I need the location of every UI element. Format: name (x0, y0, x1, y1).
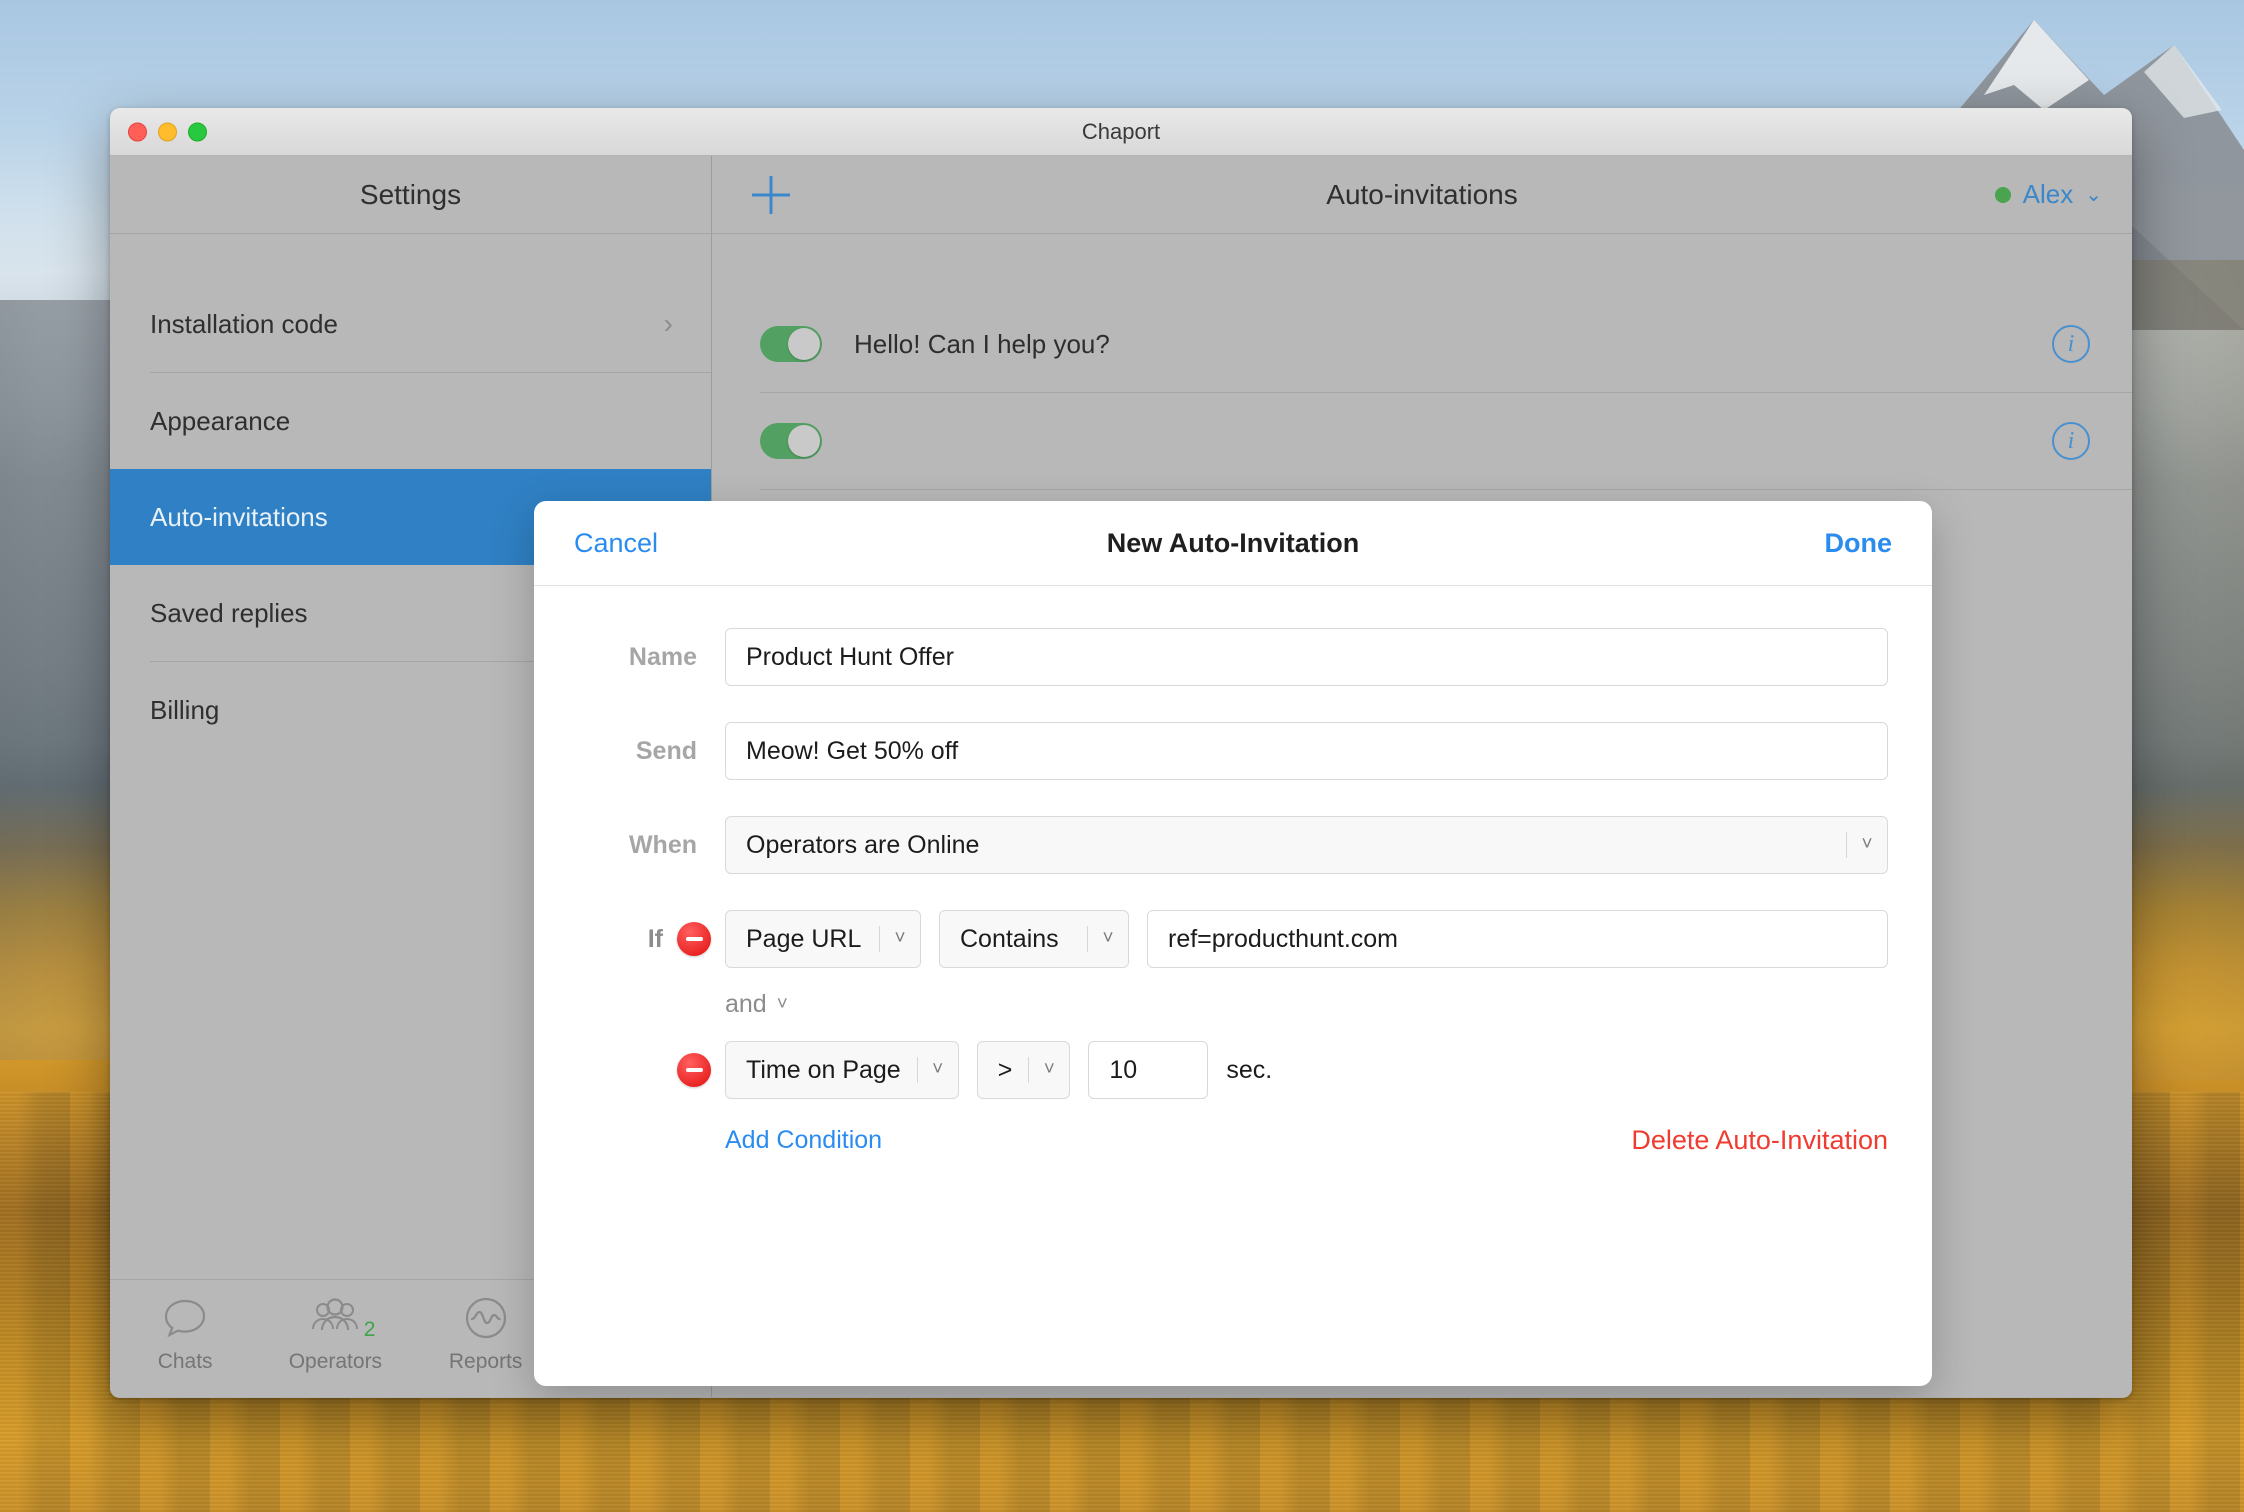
info-icon[interactable]: i (2052, 422, 2090, 460)
auto-invitation-label: Hello! Can I help you? (854, 329, 1110, 360)
condition-operator-value: > (998, 1056, 1013, 1085)
name-label: Name (578, 643, 725, 672)
list-divider (760, 489, 2132, 490)
condition-unit-label: sec. (1226, 1056, 1272, 1085)
when-select[interactable]: Operators are Online ˅ (725, 816, 1888, 874)
tab-label: Reports (449, 1350, 523, 1374)
app-window: Chaport Settings Installation code › App… (110, 108, 2132, 1398)
remove-condition-button[interactable] (677, 922, 711, 956)
dialog-header: Cancel New Auto-Invitation Done (534, 501, 1932, 586)
condition-lead: If (578, 922, 725, 956)
enable-toggle[interactable] (760, 423, 822, 459)
toggle-knob (788, 425, 820, 457)
if-label: If (648, 925, 663, 954)
chevron-right-icon: › (664, 310, 673, 338)
operators-badge-count: 2 (364, 1318, 376, 1342)
condition-operator-select[interactable]: > ˅ (977, 1041, 1071, 1099)
tab-chats[interactable]: Chats (110, 1292, 260, 1374)
dialog-title: New Auto-Invitation (534, 528, 1932, 559)
condition-operator-select[interactable]: Contains ˅ (939, 910, 1129, 968)
window-titlebar: Chaport (110, 108, 2132, 156)
tab-label: Operators (289, 1350, 382, 1374)
auto-invitation-row[interactable]: i (712, 393, 2132, 489)
condition-value-input[interactable]: ref=producthunt.com (1147, 910, 1888, 968)
condition-join-row: and ˅ (578, 990, 1888, 1019)
online-status-dot (1995, 187, 2011, 203)
sidebar-item-label: Auto-invitations (150, 502, 328, 533)
window-title: Chaport (110, 119, 2132, 145)
tab-operators[interactable]: 2 Operators (260, 1292, 410, 1374)
when-field-row: When Operators are Online ˅ (578, 816, 1888, 874)
main-header: Auto-invitations Alex ⌄ (712, 156, 2132, 234)
new-auto-invitation-dialog: Cancel New Auto-Invitation Done Name Pro… (534, 501, 1932, 1386)
chevron-down-icon: ⌄ (2085, 182, 2102, 207)
pulse-circle-icon (463, 1292, 509, 1344)
sidebar-item-installation-code[interactable]: Installation code › (110, 276, 711, 372)
done-button[interactable]: Done (1825, 528, 1893, 559)
delete-auto-invitation-button[interactable]: Delete Auto-Invitation (1631, 1125, 1888, 1156)
minus-icon (686, 1068, 703, 1072)
sidebar-item-label: Installation code (150, 309, 338, 340)
user-menu[interactable]: Alex ⌄ (1995, 179, 2102, 210)
cancel-button[interactable]: Cancel (574, 528, 658, 559)
people-icon: 2 (309, 1292, 361, 1344)
send-input[interactable]: Meow! Get 50% off (725, 722, 1888, 780)
condition-field-select[interactable]: Page URL ˅ (725, 910, 921, 968)
add-auto-invitation-button[interactable] (748, 172, 794, 218)
auto-invitation-row[interactable]: Hello! Can I help you? i (712, 296, 2132, 392)
sidebar-header: Settings (110, 156, 711, 234)
chevron-down-icon: ˅ (777, 994, 788, 1016)
condition-value-input[interactable]: 10 (1088, 1041, 1208, 1099)
condition-row-1: If Page URL ˅ Contains (578, 910, 1888, 968)
sidebar-item-appearance[interactable]: Appearance (110, 373, 711, 469)
send-field-row: Send Meow! Get 50% off (578, 722, 1888, 780)
condition-field-select[interactable]: Time on Page ˅ (725, 1041, 959, 1099)
condition-field-value: Time on Page (746, 1056, 901, 1085)
dialog-actions: Add Condition Delete Auto-Invitation (578, 1125, 1888, 1156)
sidebar-item-label: Billing (150, 695, 219, 726)
condition-row-2: Time on Page ˅ > ˅ 10 sec. (578, 1041, 1888, 1099)
name-input[interactable]: Product Hunt Offer (725, 628, 1888, 686)
dialog-body: Name Product Hunt Offer Send Meow! Get 5… (534, 586, 1932, 1386)
chevron-down-icon: ˅ (1847, 834, 1887, 856)
info-icon[interactable]: i (2052, 325, 2090, 363)
chevron-down-icon: ˅ (880, 928, 920, 950)
page-title: Auto-invitations (712, 179, 2132, 211)
when-label: When (578, 831, 725, 860)
toggle-knob (788, 328, 820, 360)
auto-invitations-list: Hello! Can I help you? i i (712, 234, 2132, 490)
sidebar-item-label: Appearance (150, 406, 290, 437)
condition-join-value: and (725, 990, 767, 1019)
chat-bubble-icon (162, 1292, 208, 1344)
add-condition-button[interactable]: Add Condition (725, 1126, 882, 1155)
condition-operator-value: Contains (960, 925, 1059, 954)
chevron-down-icon: ˅ (1088, 928, 1128, 950)
when-select-value: Operators are Online (746, 831, 979, 860)
sidebar-title: Settings (360, 179, 461, 211)
name-field-row: Name Product Hunt Offer (578, 628, 1888, 686)
condition-join-select[interactable]: and ˅ (725, 990, 788, 1019)
remove-condition-button[interactable] (677, 1053, 711, 1087)
send-label: Send (578, 737, 725, 766)
condition-field-value: Page URL (746, 925, 861, 954)
tab-label: Chats (158, 1350, 213, 1374)
user-name: Alex (2023, 179, 2074, 210)
minus-icon (686, 937, 703, 941)
condition-lead (578, 1053, 725, 1087)
desktop-wallpaper: Chaport Settings Installation code › App… (0, 0, 2244, 1512)
sidebar-item-label: Saved replies (150, 598, 308, 629)
chevron-down-icon: ˅ (1029, 1059, 1069, 1081)
enable-toggle[interactable] (760, 326, 822, 362)
chevron-down-icon: ˅ (918, 1059, 958, 1081)
